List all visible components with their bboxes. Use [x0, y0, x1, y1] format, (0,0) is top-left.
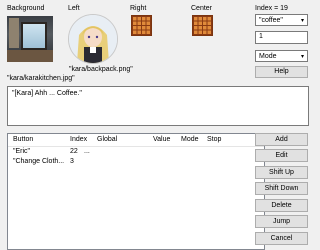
chevron-down-icon: ▾: [300, 18, 304, 24]
left-character-avatar[interactable]: [68, 14, 118, 64]
right-label: Right: [130, 5, 147, 12]
background-label: Background: [7, 5, 45, 12]
table-header: Button Index Global Value Mode Stop: [8, 134, 264, 147]
jump-button[interactable]: Jump: [255, 215, 308, 228]
row-button-cell: "Change Cloth...: [13, 158, 65, 165]
add-button[interactable]: Add: [255, 133, 308, 146]
center-label: Center: [191, 5, 213, 12]
index-select[interactable]: "coffee" ▾: [255, 14, 308, 26]
index-input[interactable]: 1: [255, 31, 308, 44]
edit-button[interactable]: Edit: [255, 149, 308, 162]
row-index-cell: 22: [70, 148, 78, 155]
index-select-value: "coffee": [259, 17, 283, 24]
row-button-cell: "Eric": [13, 148, 31, 155]
background-thumbnail[interactable]: [7, 16, 53, 62]
column-header-value[interactable]: Value: [153, 136, 170, 143]
chevron-down-icon: ▾: [300, 54, 304, 60]
shift-up-button[interactable]: Shift Up: [255, 166, 308, 179]
column-header-index[interactable]: Index: [70, 136, 87, 143]
column-header-stop[interactable]: Stop: [207, 136, 221, 143]
left-label: Left: [68, 5, 80, 12]
shift-down-button[interactable]: Shift Down: [255, 182, 308, 195]
center-image-grid-icon[interactable]: [192, 15, 213, 36]
column-header-mode[interactable]: Mode: [181, 136, 199, 143]
left-image-name: "kara/backpack.png": [69, 66, 133, 73]
dialog-text-area[interactable]: "[Kara] Ahh ... Coffee.": [7, 86, 309, 126]
background-image-name: "kara/karakitchen.jpg": [7, 75, 75, 82]
index-label: Index = 19: [255, 5, 288, 12]
cancel-button[interactable]: Cancel: [255, 232, 308, 245]
table-row[interactable]: "Change Cloth... 3: [8, 158, 264, 168]
mode-select[interactable]: Mode ▾: [255, 50, 308, 62]
choices-table[interactable]: Button Index Global Value Mode Stop "Eri…: [7, 133, 265, 250]
column-header-global[interactable]: Global: [97, 136, 117, 143]
row-global-cell: ...: [84, 148, 90, 155]
row-index-cell: 3: [70, 158, 74, 165]
right-image-grid-icon[interactable]: [131, 15, 152, 36]
column-header-button[interactable]: Button: [13, 136, 33, 143]
help-button[interactable]: Help: [255, 66, 308, 78]
delete-button[interactable]: Delete: [255, 199, 308, 212]
mode-select-value: Mode: [259, 53, 277, 60]
table-row[interactable]: "Eric" 22 ...: [8, 148, 264, 158]
